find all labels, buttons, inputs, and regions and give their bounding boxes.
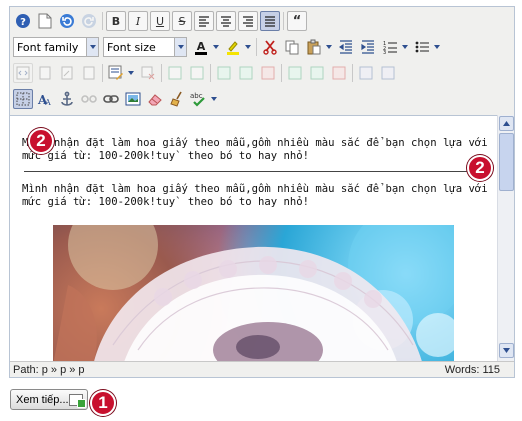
style-dropdown[interactable] [126,63,136,83]
font-family-label: Font family [17,40,79,54]
help-icon[interactable]: ? [13,11,33,31]
insert-row-below-icon[interactable] [236,63,256,83]
bold-button[interactable]: B [106,11,126,31]
text-color-dropdown[interactable] [211,37,221,57]
text-color-icon[interactable]: A [191,37,211,57]
align-center-icon[interactable] [216,11,236,31]
visual-aid-icon[interactable] [13,89,33,109]
source-code-icon[interactable] [13,63,33,83]
paste-icon[interactable] [304,37,324,57]
toolbar-separator [281,64,282,82]
redo-icon[interactable] [79,11,99,31]
outdent-icon[interactable] [336,37,356,57]
unlink-icon[interactable] [79,89,99,109]
marker-badge-2-right: 2 [467,155,493,181]
anchor-icon[interactable] [57,89,77,109]
split-cells-icon[interactable] [378,63,398,83]
table-row-before-icon[interactable] [165,63,185,83]
toolbar-row-1: ? B I U S “ [13,10,309,32]
toolbar-separator [352,64,353,82]
page-icon[interactable] [35,63,55,83]
cut-icon[interactable] [260,37,280,57]
marker-badge-1: 1 [90,390,116,416]
paste-dropdown[interactable] [324,37,334,57]
element-path[interactable]: Path: p » p » p [13,364,85,376]
chevron-down-icon [174,38,186,56]
undo-icon[interactable] [57,11,77,31]
align-justify-icon[interactable] [260,11,280,31]
highlight-color-icon[interactable] [223,37,243,57]
paper-flower-photo[interactable] [53,225,454,361]
content-scrollbar[interactable] [497,115,514,361]
svg-text:abc: abc [190,92,203,100]
svg-text:A: A [197,40,206,53]
svg-text:?: ? [20,17,26,28]
toolbar-separator [102,64,103,82]
toolbar-separator [102,12,103,30]
delete-row-icon[interactable] [258,63,278,83]
toolbar-row-3 [13,62,400,84]
insert-row-icon[interactable] [214,63,234,83]
paragraph-1[interactable]: Mình nhận đặt làm hoa giấy theo mẫu,gồm … [22,137,492,163]
toolbar-row-4: AA abc [13,88,221,110]
align-right-icon[interactable] [238,11,258,31]
template-icon[interactable] [79,63,99,83]
svg-text:3: 3 [383,50,386,54]
paragraph-2[interactable]: Mình nhận đặt làm hoa giấy theo mẫu,gồm … [22,183,492,209]
numbered-list-dropdown[interactable] [400,37,410,57]
eraser-icon[interactable] [145,89,165,109]
read-more-label: Xem tiếp... [16,393,69,406]
new-document-icon[interactable] [35,11,55,31]
bullet-list-dropdown[interactable] [432,37,442,57]
insert-column-icon[interactable] [285,63,305,83]
link-icon[interactable] [101,89,121,109]
underline-button[interactable]: U [150,11,170,31]
marker-badge-2-left: 2 [28,128,54,154]
scroll-up-button[interactable] [499,116,514,131]
font-family-select[interactable]: Font family [13,37,99,57]
toolbar-row-2: Font family Font size A 1 2 3 [13,36,444,58]
merge-cells-icon[interactable] [356,63,376,83]
toolbar-separator [256,38,257,56]
spellcheck-icon[interactable]: abc [189,89,209,109]
copy-icon[interactable] [282,37,302,57]
font-size-select[interactable]: Font size [103,37,187,57]
rich-text-editor: ? B I U S “ Font family Font size A 1 2 … [9,6,515,378]
font-size-label: Font size [107,40,156,54]
editor-statusbar: Path: p » p » p Words: 115 [10,361,514,377]
style-properties-icon[interactable] [106,63,126,83]
numbered-list-icon[interactable]: 123 [380,37,400,57]
scroll-down-button[interactable] [499,343,514,358]
cleanup-broom-icon[interactable] [167,89,187,109]
indent-icon[interactable] [358,37,378,57]
insert-column-after-icon[interactable] [307,63,327,83]
image-icon[interactable] [123,89,143,109]
horizontal-rule [24,171,483,172]
character-map-icon[interactable]: AA [35,89,55,109]
editor-content-area[interactable]: Mình nhận đặt làm hoa giấy theo mẫu,gồm … [10,115,497,361]
italic-button[interactable]: I [128,11,148,31]
align-left-icon[interactable] [194,11,214,31]
svg-text:A: A [44,98,51,107]
table-row-after-icon[interactable] [187,63,207,83]
bullet-list-icon[interactable] [412,37,432,57]
chevron-down-icon [86,38,98,56]
highlight-color-dropdown[interactable] [243,37,253,57]
edit-page-icon[interactable] [57,63,77,83]
blockquote-icon[interactable]: “ [287,11,307,31]
scrollbar-thumb[interactable] [499,133,514,191]
spellcheck-dropdown[interactable] [209,89,219,109]
remove-format-icon[interactable] [138,63,158,83]
word-count: Words: 115 [444,364,500,376]
toolbar-separator [210,64,211,82]
strikethrough-button[interactable]: S [172,11,192,31]
editor-toolbar: ? B I U S “ Font family Font size A 1 2 … [10,7,514,115]
toolbar-separator [161,64,162,82]
page-add-icon [69,394,86,408]
delete-column-icon[interactable] [329,63,349,83]
read-more-button[interactable]: Xem tiếp... [10,389,88,410]
toolbar-separator [283,12,284,30]
